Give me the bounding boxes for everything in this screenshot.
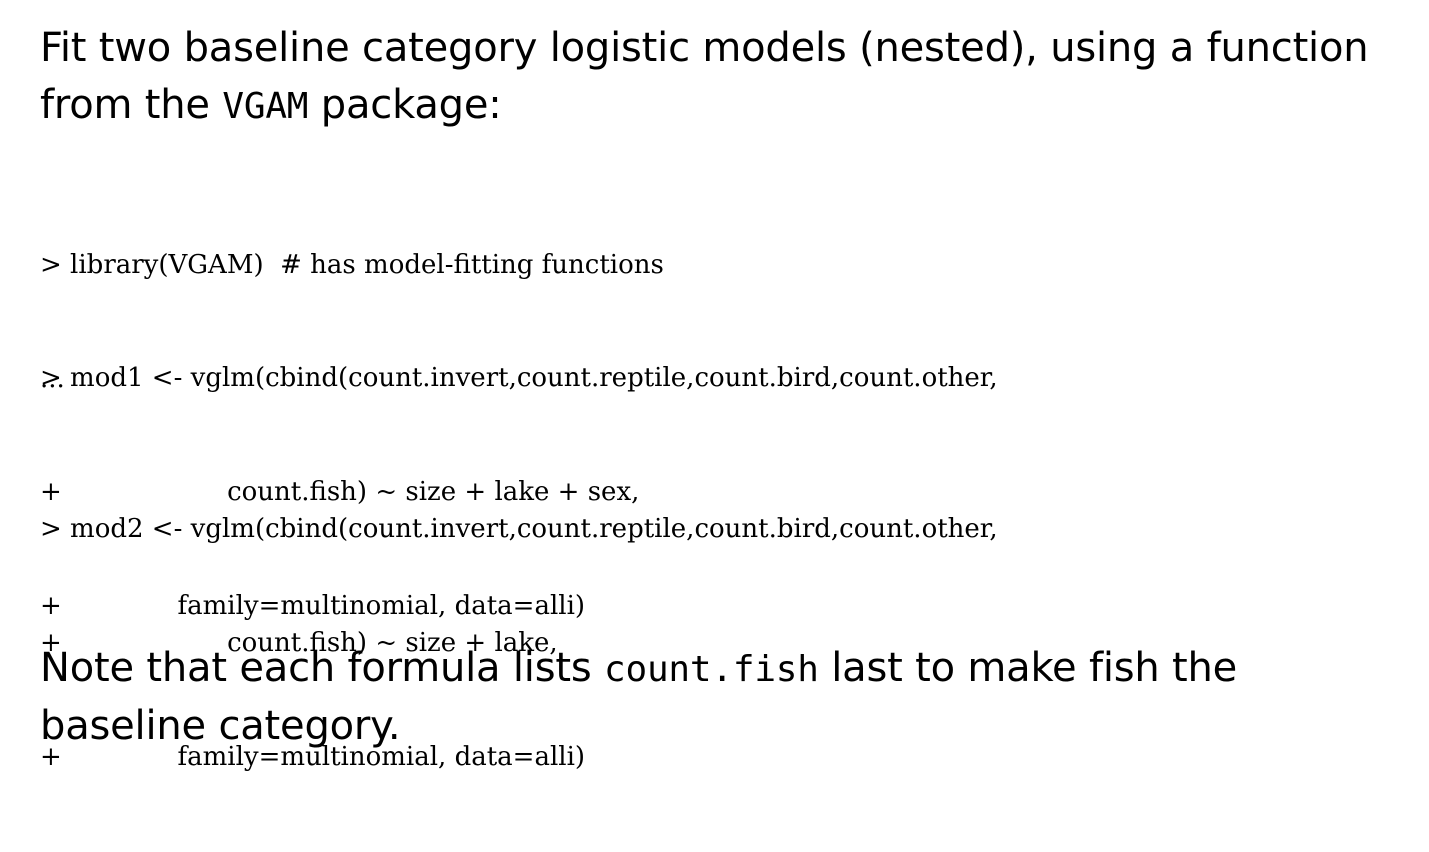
intro-line-2-suffix: package:: [308, 82, 502, 128]
intro-text: Fit two baseline category logistic model…: [40, 20, 1369, 135]
intro-line-1: Fit two baseline category logistic model…: [40, 25, 1369, 71]
intro-line-2-prefix: from the: [40, 82, 223, 128]
baseline-variable-code: count.fish: [604, 649, 819, 690]
note-text: Note that each formula lists count.fish …: [40, 640, 1237, 755]
note-line-1-suffix: last to make fish the: [818, 645, 1238, 691]
note-line-1-prefix: Note that each formula lists: [40, 645, 604, 691]
note-line-2: baseline category.: [40, 703, 401, 749]
code-line-mod1-call: > mod1 <- vglm(cbind(count.invert,count.…: [40, 363, 998, 393]
code-line-mod2-call: > mod2 <- vglm(cbind(count.invert,count.…: [40, 514, 998, 544]
code-line-library: > library(VGAM) # has model-fitting func…: [40, 250, 664, 280]
slide: Fit two baseline category logistic model…: [0, 0, 1429, 784]
package-name-code: VGAM: [222, 86, 309, 127]
